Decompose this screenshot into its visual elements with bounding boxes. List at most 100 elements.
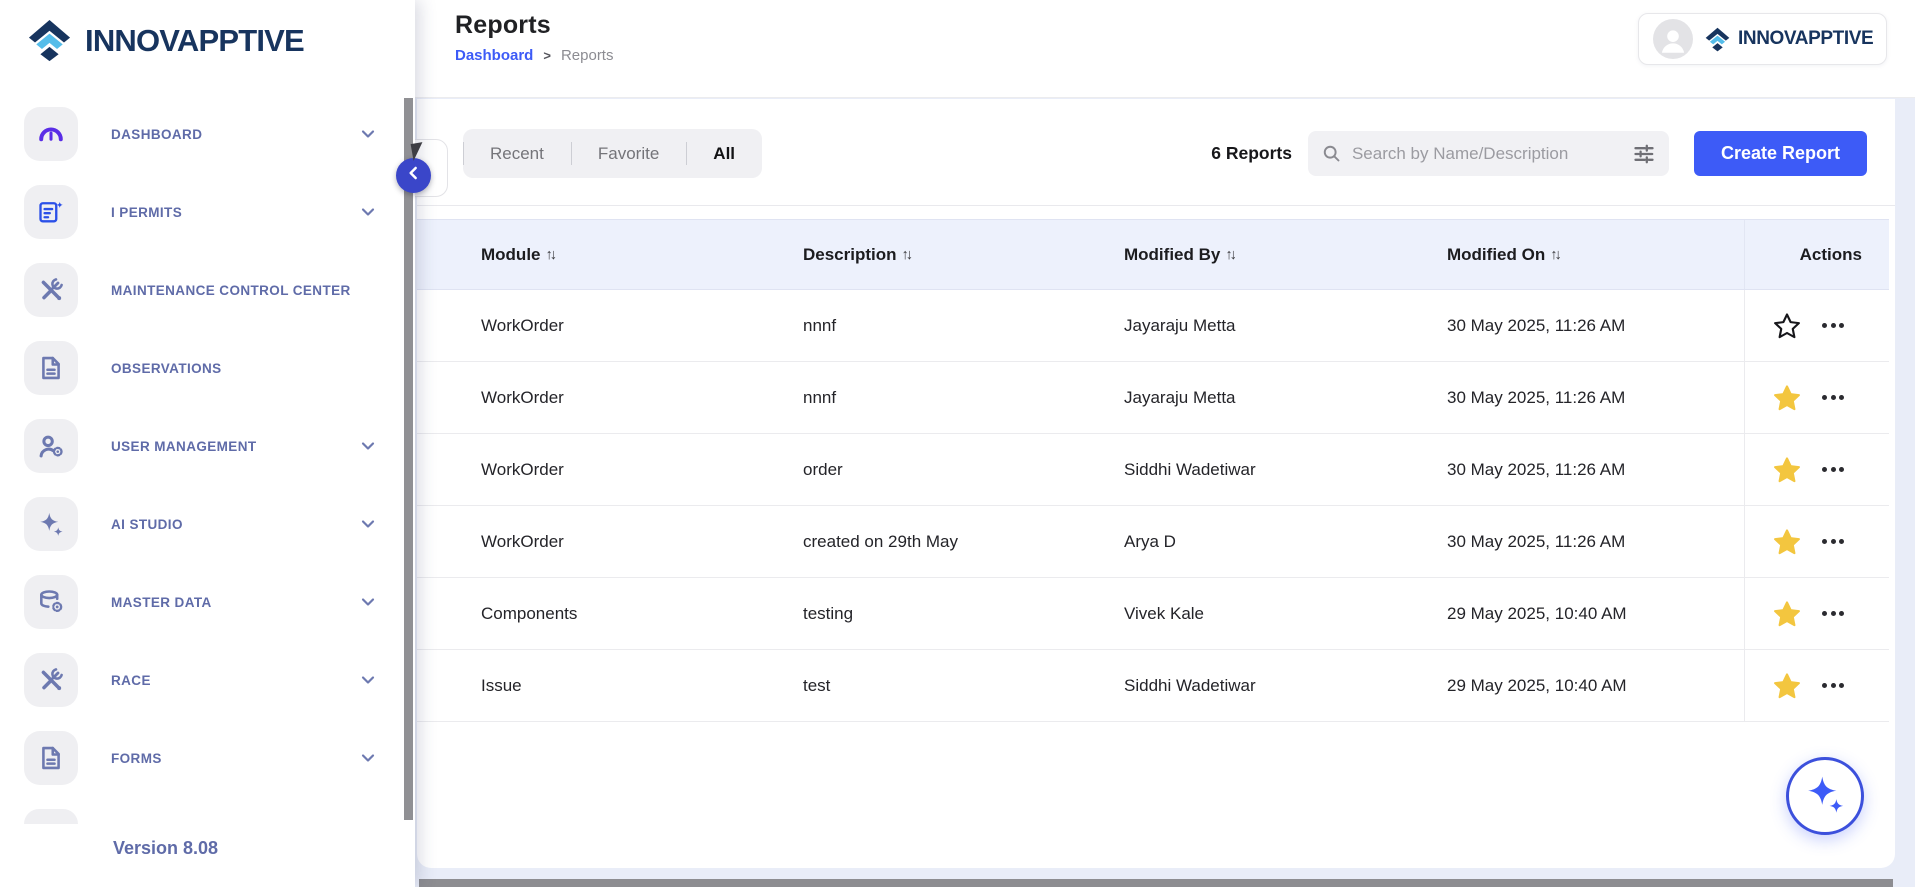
table-row[interactable]: WorkOrder order Siddhi Wadetiwar 30 May … [417, 434, 1889, 506]
table-top-divider [417, 205, 1895, 206]
cell-description: created on 29th May [803, 532, 1124, 552]
breadcrumb-separator: > [543, 48, 551, 63]
cell-actions [1744, 650, 1889, 721]
menu-dot [1839, 467, 1844, 472]
chevron-down-icon[interactable] [358, 670, 378, 690]
sidebar-item[interactable]: DASHBOARD [24, 107, 391, 161]
row-menu-button[interactable] [1820, 389, 1846, 406]
sort-arrows-icon[interactable]: ↑↓ [902, 247, 914, 263]
column-header[interactable]: Module ↑↓ [481, 245, 803, 265]
sidebar-item-icon [24, 731, 78, 785]
sidebar-item-icon [24, 107, 78, 161]
row-menu-button[interactable] [1820, 605, 1846, 622]
tab[interactable]: Favorite [571, 129, 686, 178]
cell-description: nnnf [803, 316, 1124, 336]
sidebar-item[interactable]: OBSERVATIONS [24, 341, 391, 395]
column-header-label: Module [481, 245, 541, 265]
cell-description: nnnf [803, 388, 1124, 408]
sidebar-item[interactable]: RACE [24, 653, 391, 707]
sort-arrows-icon[interactable]: ↑↓ [1550, 247, 1562, 263]
chevron-down-icon[interactable] [358, 202, 378, 222]
tab[interactable]: Recent [463, 129, 571, 178]
menu-dot [1822, 395, 1827, 400]
chevron-down-icon[interactable] [358, 436, 378, 456]
sidebar-scrollbar[interactable] [404, 98, 413, 820]
favorite-star-icon[interactable] [1772, 527, 1802, 557]
favorite-star-icon[interactable] [1772, 383, 1802, 413]
sidebar-item[interactable]: USER MANAGEMENT [24, 419, 391, 473]
table-row[interactable]: WorkOrder nnnf Jayaraju Metta 30 May 202… [417, 362, 1889, 434]
cell-module: WorkOrder [481, 460, 803, 480]
menu-dot [1831, 395, 1836, 400]
sidebar-item[interactable]: MASTER DATA [24, 575, 391, 629]
nav-glyph-icon [37, 354, 65, 382]
sidebar-item[interactable]: I PERMITS [24, 185, 391, 239]
report-filter-tabs: Recent Favorite All [463, 129, 762, 178]
brand-logo-small: INNOVAPPTIVE [1704, 26, 1873, 53]
sidebar-nav: DASHBOARD I PERMITS MAINTENANCE CONTRO [24, 107, 391, 809]
breadcrumb-dashboard-link[interactable]: Dashboard [455, 47, 533, 64]
reports-page: Reports Dashboard > Reports INNOVAPPTIVE… [0, 0, 1915, 887]
sidebar-item[interactable]: FORMS [24, 731, 391, 785]
row-menu-button[interactable] [1820, 461, 1846, 478]
menu-dot [1831, 323, 1836, 328]
menu-dot [1831, 683, 1836, 688]
create-report-button[interactable]: Create Report [1694, 131, 1867, 176]
cell-modified-on: 30 May 2025, 11:26 AM [1447, 532, 1744, 552]
row-menu-button[interactable] [1820, 317, 1846, 334]
brand-mark-icon [26, 17, 73, 64]
sidebar-collapse-button[interactable] [396, 158, 431, 193]
cell-module: WorkOrder [481, 388, 803, 408]
table-row[interactable]: WorkOrder created on 29th May Arya D 30 … [417, 506, 1889, 578]
chevron-down-icon[interactable] [358, 124, 378, 144]
sparkle-icon [1803, 772, 1847, 821]
page-title: Reports [455, 11, 613, 40]
chevron-down-icon[interactable] [358, 514, 378, 534]
sidebar-item[interactable]: MAINTENANCE CONTROL CENTER [24, 263, 391, 317]
table-row[interactable]: Components testing Vivek Kale 29 May 202… [417, 578, 1889, 650]
account-menu[interactable]: INNOVAPPTIVE [1638, 13, 1887, 65]
sidebar-item-label: AI STUDIO [111, 517, 183, 532]
reports-toolbar: Recent Favorite All 6 Reports Create Rep… [417, 129, 1895, 178]
chevron-down-icon[interactable] [358, 748, 378, 768]
tab[interactable]: All [686, 129, 762, 178]
cell-modified-by: Jayaraju Metta [1124, 316, 1447, 336]
cell-module: Components [481, 604, 803, 624]
sidebar-item-icon [24, 419, 78, 473]
table-row[interactable]: Issue test Siddhi Wadetiwar 29 May 2025,… [417, 650, 1889, 722]
cell-module: Issue [481, 676, 803, 696]
favorite-star-icon[interactable] [1772, 311, 1802, 341]
favorite-star-icon[interactable] [1772, 671, 1802, 701]
sort-arrows-icon[interactable]: ↑↓ [1225, 247, 1237, 263]
favorite-star-icon[interactable] [1772, 599, 1802, 629]
cell-modified-on: 30 May 2025, 11:26 AM [1447, 388, 1744, 408]
chevron-down-icon[interactable] [358, 592, 378, 612]
sidebar: INNOVAPPTIVE DASHBOARD I PERMITS [0, 0, 415, 887]
cell-modified-on: 29 May 2025, 10:40 AM [1447, 604, 1744, 624]
sidebar-item[interactable]: AI STUDIO [24, 497, 391, 551]
column-header[interactable]: Actions ↑↓ [1744, 220, 1889, 289]
cell-modified-by: Jayaraju Metta [1124, 388, 1447, 408]
favorite-star-icon[interactable] [1772, 455, 1802, 485]
filter-sliders-icon[interactable] [1632, 142, 1656, 166]
table-row[interactable]: WorkOrder nnnf Jayaraju Metta 30 May 202… [417, 290, 1889, 362]
table-header-row: Module ↑↓ Description ↑↓ Modified By ↑↓ … [417, 219, 1889, 290]
sidebar-item-label: OBSERVATIONS [111, 361, 222, 376]
menu-dot [1822, 467, 1827, 472]
column-header[interactable]: Modified By ↑↓ [1124, 245, 1447, 265]
column-header[interactable]: Description ↑↓ [803, 245, 1124, 265]
row-menu-button[interactable] [1820, 677, 1846, 694]
row-menu-button[interactable] [1820, 533, 1846, 550]
search-icon [1321, 143, 1342, 164]
search-input[interactable] [1352, 144, 1622, 164]
horizontal-scrollbar[interactable] [419, 879, 1893, 887]
ai-assistant-fab[interactable] [1786, 757, 1864, 835]
column-header-label: Modified By [1124, 245, 1220, 265]
sort-arrows-icon[interactable]: ↑↓ [546, 247, 558, 263]
nav-glyph-icon [37, 120, 65, 148]
column-header[interactable]: Modified On ↑↓ [1447, 245, 1744, 265]
sidebar-item-label: I PERMITS [111, 205, 182, 220]
sidebar-item-label: MASTER DATA [111, 595, 212, 610]
page-heading: Reports Dashboard > Reports [455, 11, 613, 64]
sidebar-item-icon [24, 341, 78, 395]
